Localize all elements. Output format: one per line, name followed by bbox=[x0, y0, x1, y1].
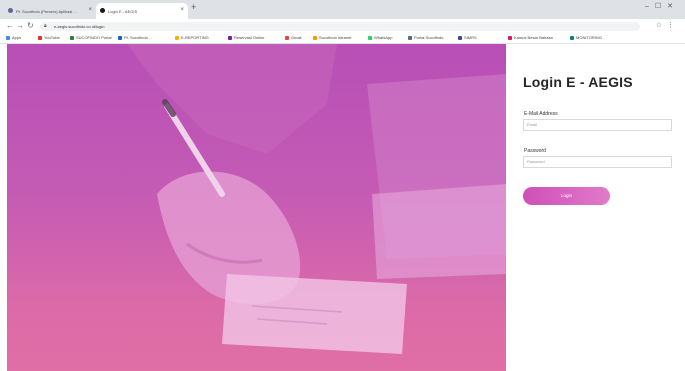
email-label: E-Mail Address bbox=[524, 111, 558, 117]
bookmark-item[interactable]: Gmail bbox=[285, 35, 301, 40]
bookmark-label: Sucofindo Intranet bbox=[319, 35, 352, 40]
bookmark-item[interactable]: MONITORING bbox=[570, 35, 602, 40]
bookmark-label: MONITORING bbox=[576, 35, 602, 40]
gmail-icon bbox=[285, 35, 289, 40]
browser-tab-active[interactable]: Login E - AEGIS × bbox=[96, 3, 188, 19]
bookmark-label: Pt. Sucofindo ... bbox=[124, 35, 153, 40]
bookmark-icon bbox=[118, 35, 122, 40]
reload-icon[interactable]: ↻ bbox=[27, 21, 34, 30]
page-title: Login E - AEGIS bbox=[523, 74, 633, 90]
close-tab-icon[interactable]: × bbox=[88, 7, 92, 13]
address-bar[interactable]: e-aegis.sucofindo.co.id/login bbox=[40, 22, 640, 31]
email-field[interactable]: Email bbox=[523, 119, 672, 131]
login-panel bbox=[506, 44, 685, 371]
bookmark-icon bbox=[228, 35, 232, 40]
browser-menu-icon[interactable]: ☆⋮ bbox=[656, 21, 679, 29]
forward-icon[interactable]: → bbox=[16, 21, 24, 30]
password-label: Password bbox=[524, 148, 546, 154]
bookmark-label: Kamus Besar Bahasa bbox=[514, 35, 553, 40]
browser-tab[interactable]: Pt. Sucofindo (Persero) Aplikasi ... × bbox=[4, 3, 96, 19]
bookmark-label: E-REPORTING bbox=[181, 35, 209, 40]
close-tab-icon[interactable]: × bbox=[180, 7, 184, 13]
bookmark-item[interactable]: SUCOFINDO Portal bbox=[70, 35, 112, 40]
browser-tab-strip: Pt. Sucofindo (Persero) Aplikasi ... × L… bbox=[0, 0, 685, 19]
bookmark-label: Portal Sucofindo bbox=[414, 35, 444, 40]
youtube-icon bbox=[38, 35, 42, 40]
bookmark-item[interactable]: Reservasi Online bbox=[228, 35, 264, 40]
bookmark-label: SUCOFINDO Portal bbox=[76, 35, 112, 40]
bookmark-icon bbox=[458, 35, 462, 40]
bookmark-icon bbox=[70, 35, 74, 40]
bookmark-item[interactable]: Portal Sucofindo bbox=[408, 35, 443, 40]
bookmark-icon bbox=[570, 35, 574, 40]
bookmark-item[interactable]: Pt. Sucofindo ... bbox=[118, 35, 152, 40]
url-text: e-aegis.sucofindo.co.id/login bbox=[54, 24, 105, 29]
whatsapp-icon bbox=[368, 35, 372, 40]
lock-icon[interactable]: 🔒︎ bbox=[44, 23, 47, 29]
bookmark-label: SIMRS bbox=[464, 35, 477, 40]
bookmark-item[interactable]: SIMRS bbox=[458, 35, 477, 40]
bookmark-label: Gmail bbox=[291, 35, 302, 40]
bookmark-label: Reservasi Online bbox=[234, 35, 265, 40]
bookmarks-bar: Apps YouTube SUCOFINDO Portal Pt. Sucofi… bbox=[0, 33, 685, 44]
bookmark-item[interactable]: Kamus Besar Bahasa bbox=[508, 35, 553, 40]
email-placeholder: Email bbox=[527, 122, 538, 127]
writing-hand-illustration bbox=[127, 44, 506, 354]
bookmark-icon bbox=[175, 35, 179, 40]
window-controls[interactable]: –☐✕ bbox=[645, 2, 679, 10]
bookmark-item[interactable]: YouTube bbox=[38, 35, 60, 40]
apps-icon bbox=[6, 35, 10, 40]
bookmark-label: YouTube bbox=[44, 35, 60, 40]
bookmark-icon bbox=[408, 35, 412, 40]
address-toolbar: ← → ↻ e-aegis.sucofindo.co.id/login 🔒︎ ☆… bbox=[0, 19, 685, 33]
tab-title: Pt. Sucofindo (Persero) Aplikasi ... bbox=[16, 8, 77, 14]
tab-title: Login E - AEGIS bbox=[108, 8, 138, 14]
site-favicon-icon bbox=[100, 8, 105, 13]
bookmark-item[interactable]: Sucofindo Intranet bbox=[313, 35, 351, 40]
bookmark-item[interactable]: E-REPORTING bbox=[175, 35, 209, 40]
bookmark-label: WhatsApp bbox=[374, 35, 393, 40]
bookmark-icon bbox=[313, 35, 317, 40]
bookmark-item[interactable]: Apps bbox=[6, 35, 21, 40]
bookmark-icon bbox=[508, 35, 512, 40]
site-favicon-icon bbox=[8, 8, 13, 13]
login-button[interactable]: Login bbox=[523, 187, 610, 205]
password-field[interactable]: Password bbox=[523, 156, 672, 168]
bookmark-item[interactable]: WhatsApp bbox=[368, 35, 392, 40]
hero-background-image bbox=[7, 44, 506, 371]
back-icon[interactable]: ← bbox=[6, 21, 14, 30]
bookmark-label: Apps bbox=[12, 35, 22, 40]
password-placeholder: Password bbox=[527, 159, 545, 164]
new-tab-icon[interactable]: + bbox=[191, 2, 196, 12]
